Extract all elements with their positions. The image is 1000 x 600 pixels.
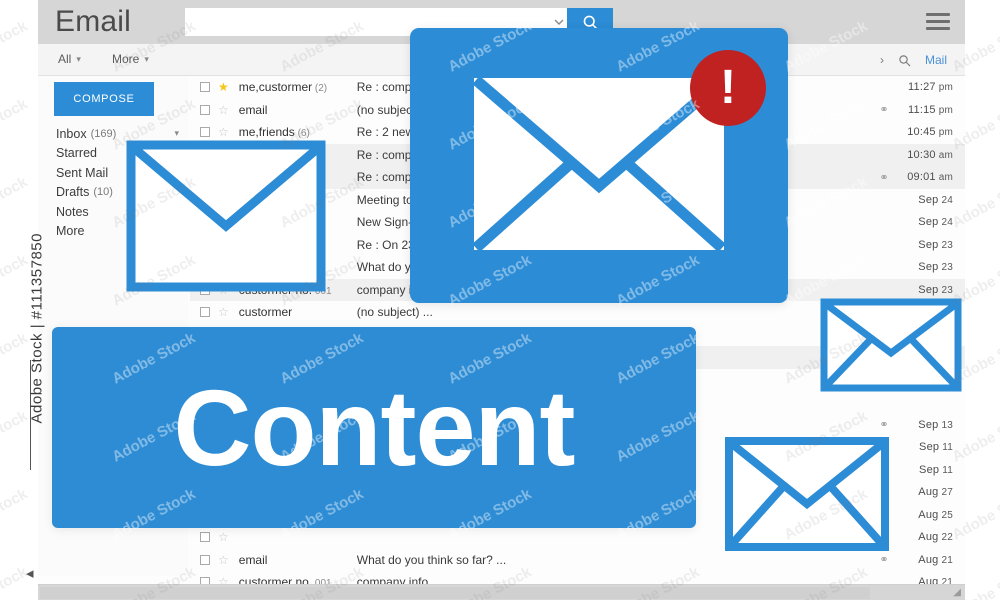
- watermark-text: Adobe Stock: [781, 563, 871, 600]
- watermark-text: Adobe Stock: [781, 251, 871, 310]
- watermark-text: Adobe Stock: [277, 17, 367, 76]
- watermark-text: Adobe Stock: [277, 329, 367, 388]
- watermark-text: Adobe Stock: [109, 407, 199, 466]
- watermark-text: Adobe Stock: [445, 329, 535, 388]
- watermark-text: Adobe Stock: [613, 17, 703, 76]
- watermark-text: Adobe Stock: [0, 17, 31, 75]
- watermark-text: Adobe Stock: [613, 485, 703, 544]
- watermark-text: Adobe Stock: [277, 407, 367, 466]
- watermark-text: Adobe Stock: [109, 17, 199, 76]
- watermark-text: Adobe Stock: [613, 407, 703, 466]
- watermark-text: Adobe Stock: [109, 251, 199, 310]
- watermark-text: Adobe Stock: [949, 485, 1000, 544]
- watermark-text: Adobe Stock: [781, 17, 871, 76]
- watermark-text: Adobe Stock: [949, 563, 1000, 600]
- watermark-text: Adobe Stock: [0, 407, 31, 465]
- watermark-text: Adobe Stock: [949, 173, 1000, 232]
- screenshot-root: Email All ▾ More ▾ › Mail COMPOSE Inbox …: [0, 0, 1000, 600]
- watermark-text: Adobe Stock: [277, 173, 367, 232]
- watermark-text: Adobe Stock: [109, 329, 199, 388]
- watermark-text: Adobe Stock: [613, 95, 703, 154]
- watermark-text: Adobe Stock: [445, 485, 535, 544]
- watermark-text: Adobe Stock: [613, 173, 703, 232]
- watermark-text: Adobe Stock: [949, 95, 1000, 154]
- watermark-text: Adobe Stock: [277, 251, 367, 310]
- watermark-text: Adobe Stock: [445, 17, 535, 76]
- watermark-text: Adobe Stock: [0, 173, 31, 231]
- watermark-text: Adobe Stock: [781, 407, 871, 466]
- watermark-text: Adobe Stock: [781, 485, 871, 544]
- watermark-text: Adobe Stock: [445, 563, 535, 600]
- watermark-text: Adobe Stock: [277, 485, 367, 544]
- watermark-text: Adobe Stock: [445, 173, 535, 232]
- watermark-text: Adobe Stock: [0, 563, 31, 600]
- watermark-layer: Adobe Stock Adobe Stock Adobe Stock Adobe S…: [0, 0, 1000, 600]
- watermark-text: Adobe Stock: [0, 95, 31, 153]
- watermark-text: Adobe Stock: [949, 407, 1000, 466]
- watermark-text: Adobe Stock: [781, 173, 871, 232]
- watermark-text: Adobe Stock: [109, 173, 199, 232]
- watermark-text: Adobe Stock: [949, 17, 1000, 76]
- watermark-text: Adobe Stock: [277, 563, 367, 600]
- watermark-text: Adobe Stock: [445, 95, 535, 154]
- watermark-text: Adobe Stock: [0, 329, 31, 387]
- watermark-text: Adobe Stock: [613, 563, 703, 600]
- watermark-text: Adobe Stock: [781, 95, 871, 154]
- watermark-text: Adobe Stock: [0, 485, 31, 543]
- watermark-text: Adobe Stock: [613, 251, 703, 310]
- watermark-text: Adobe Stock: [277, 95, 367, 154]
- watermark-text: Adobe Stock: [781, 329, 871, 388]
- watermark-text: Adobe Stock: [445, 251, 535, 310]
- watermark-text: Adobe Stock: [109, 95, 199, 154]
- watermark-text: Adobe Stock: [445, 407, 535, 466]
- watermark-text: Adobe Stock: [109, 485, 199, 544]
- watermark-text: Adobe Stock: [949, 329, 1000, 388]
- watermark-text: Adobe Stock: [0, 251, 31, 309]
- watermark-text: Adobe Stock: [109, 563, 199, 600]
- watermark-text: Adobe Stock: [949, 251, 1000, 310]
- watermark-text: Adobe Stock: [613, 329, 703, 388]
